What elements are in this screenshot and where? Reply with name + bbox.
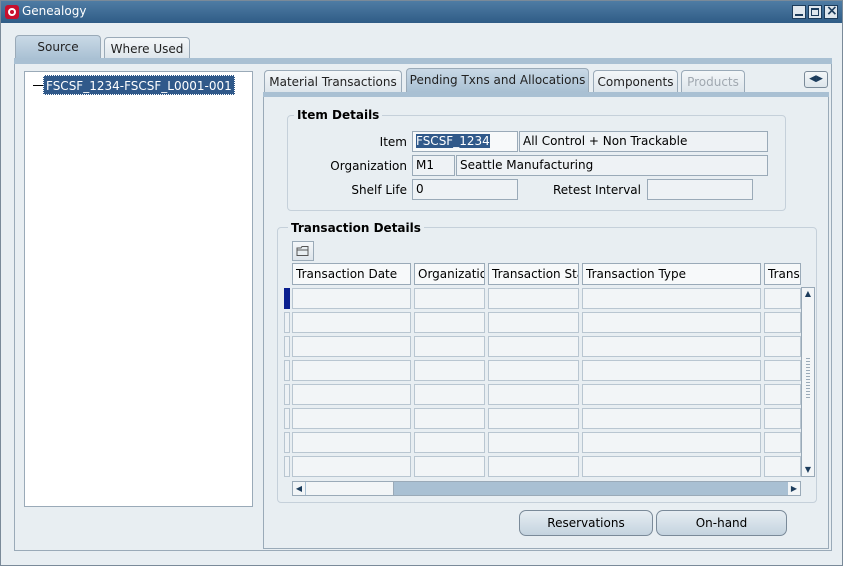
close-icon[interactable] (824, 3, 838, 19)
tab-panel-strip (14, 58, 832, 64)
folder-tools-button[interactable] (292, 241, 314, 261)
col-transaction-date[interactable]: Transaction Date (292, 263, 411, 285)
tab-products: Products (681, 70, 745, 92)
table-cell[interactable] (764, 456, 801, 477)
scroll-down-icon[interactable]: ▼ (802, 464, 814, 476)
table-cell[interactable] (414, 288, 485, 309)
scroll-up-icon[interactable]: ▲ (802, 288, 814, 300)
table-cell[interactable] (582, 288, 761, 309)
retest-interval-field[interactable] (647, 179, 753, 200)
table-cell[interactable] (764, 432, 801, 453)
row-indicator[interactable] (284, 408, 290, 429)
row-indicator[interactable] (284, 360, 290, 381)
reservations-button[interactable]: Reservations (519, 510, 653, 536)
table-cell[interactable] (292, 288, 411, 309)
table-cell[interactable] (582, 408, 761, 429)
grid-vertical-scrollbar[interactable]: ▲ ▼ (801, 287, 815, 477)
table-cell[interactable] (292, 360, 411, 381)
table-cell[interactable] (488, 288, 579, 309)
col-transaction-type[interactable]: Transaction Type (582, 263, 761, 285)
organization-label: Organization (330, 159, 407, 173)
row-indicator[interactable] (284, 312, 290, 333)
minimize-icon[interactable] (792, 5, 806, 19)
item-value: FSCSF_1234 (416, 134, 490, 148)
shelf-life-field[interactable]: 0 (412, 179, 518, 200)
table-cell[interactable] (488, 456, 579, 477)
shelf-life-label: Shelf Life (351, 183, 407, 197)
title-bar[interactable]: Genealogy (1, 1, 842, 23)
oracle-app-icon (5, 5, 19, 19)
row-indicator[interactable] (284, 288, 290, 309)
transaction-details-title: Transaction Details (288, 221, 424, 235)
item-label: Item (379, 135, 407, 149)
table-cell[interactable] (488, 408, 579, 429)
tab-source[interactable]: Source (15, 35, 101, 59)
scroll-thumb[interactable] (306, 482, 394, 495)
item-description-field[interactable]: All Control + Non Trackable (519, 131, 768, 152)
table-cell[interactable] (414, 408, 485, 429)
table-cell[interactable] (414, 360, 485, 381)
tab-where-used[interactable]: Where Used (104, 37, 190, 59)
table-cell[interactable] (764, 288, 801, 309)
table-cell[interactable] (488, 384, 579, 405)
tree-node-lot[interactable]: FSCSF_1234-FSCSF_L0001-001 (43, 75, 235, 95)
scroll-right-icon[interactable]: ▶ (788, 482, 800, 495)
retest-interval-label: Retest Interval (553, 183, 641, 197)
table-cell[interactable] (764, 336, 801, 357)
tab-scroll-arrows-icon[interactable]: ◀▶ (804, 71, 828, 88)
table-cell[interactable] (582, 456, 761, 477)
table-cell[interactable] (488, 336, 579, 357)
genealogy-tree[interactable]: FSCSF_1234-FSCSF_L0001-001 (24, 71, 253, 507)
onhand-button[interactable]: On-hand (656, 510, 787, 536)
table-cell[interactable] (582, 432, 761, 453)
item-field[interactable]: FSCSF_1234 (412, 131, 518, 152)
col-transaction-extra[interactable]: Transaction (764, 263, 801, 285)
tab-material-transactions[interactable]: Material Transactions (264, 70, 402, 92)
genealogy-window: Genealogy Source Where Used FSCSF_1234-F… (0, 0, 843, 566)
table-cell[interactable] (414, 432, 485, 453)
table-cell[interactable] (488, 312, 579, 333)
table-cell[interactable] (292, 312, 411, 333)
window-title: Genealogy (22, 4, 87, 18)
col-organization[interactable]: Organization (414, 263, 485, 285)
table-cell[interactable] (764, 408, 801, 429)
tab-components[interactable]: Components (593, 70, 678, 92)
table-cell[interactable] (292, 432, 411, 453)
tree-connector (33, 85, 43, 86)
folder-icon (296, 246, 309, 256)
table-cell[interactable] (292, 384, 411, 405)
table-cell[interactable] (292, 336, 411, 357)
scroll-left-icon[interactable]: ◀ (293, 482, 305, 495)
organization-code-field[interactable]: M1 (412, 155, 455, 176)
organization-name-field[interactable]: Seattle Manufacturing (456, 155, 768, 176)
row-indicator[interactable] (284, 432, 290, 453)
item-details-title: Item Details (294, 108, 383, 122)
maximize-icon[interactable] (808, 5, 822, 19)
table-cell[interactable] (582, 312, 761, 333)
row-indicator[interactable] (284, 336, 290, 357)
table-cell[interactable] (414, 456, 485, 477)
table-cell[interactable] (582, 336, 761, 357)
table-cell[interactable] (292, 456, 411, 477)
table-cell[interactable] (764, 360, 801, 381)
table-cell[interactable] (414, 384, 485, 405)
table-cell[interactable] (414, 312, 485, 333)
grid-horizontal-scrollbar[interactable]: ◀ ▶ (292, 481, 801, 496)
tab-pending-txns[interactable]: Pending Txns and Allocations (406, 68, 589, 92)
inner-tab-strip (263, 92, 829, 97)
col-transaction-status[interactable]: Transaction Status (488, 263, 579, 285)
scroll-grip[interactable] (806, 358, 810, 398)
table-cell[interactable] (488, 432, 579, 453)
table-cell[interactable] (582, 384, 761, 405)
table-cell[interactable] (292, 408, 411, 429)
table-cell[interactable] (582, 360, 761, 381)
table-cell[interactable] (764, 384, 801, 405)
row-indicator[interactable] (284, 384, 290, 405)
table-cell[interactable] (488, 360, 579, 381)
table-cell[interactable] (764, 312, 801, 333)
table-cell[interactable] (414, 336, 485, 357)
row-indicator[interactable] (284, 456, 290, 477)
